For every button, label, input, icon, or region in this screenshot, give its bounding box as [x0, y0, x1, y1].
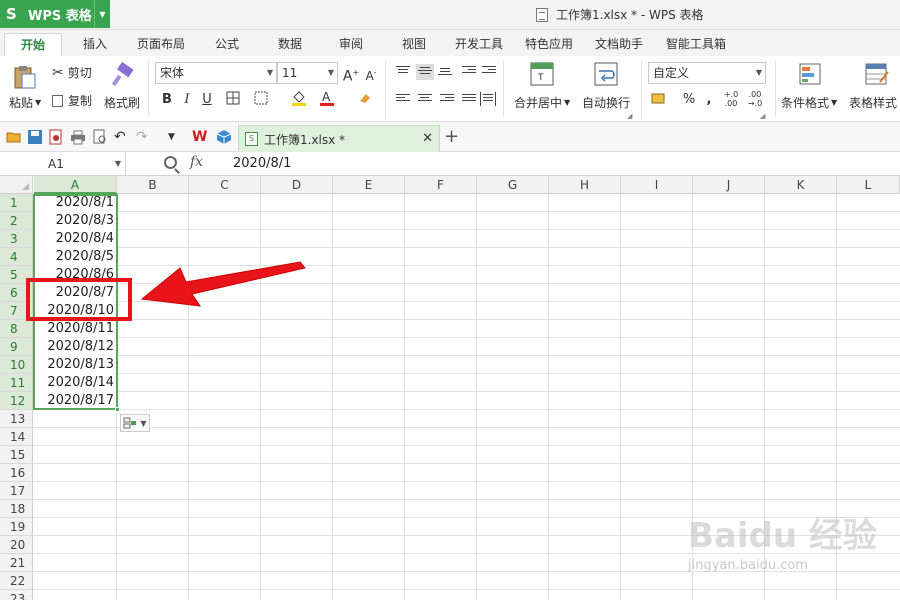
red-arrow	[140, 261, 306, 307]
watermark-url: jingyan.baidu.com	[688, 558, 808, 573]
highlight-box	[26, 278, 132, 321]
watermark-logo: Baidu 经验	[688, 516, 877, 556]
